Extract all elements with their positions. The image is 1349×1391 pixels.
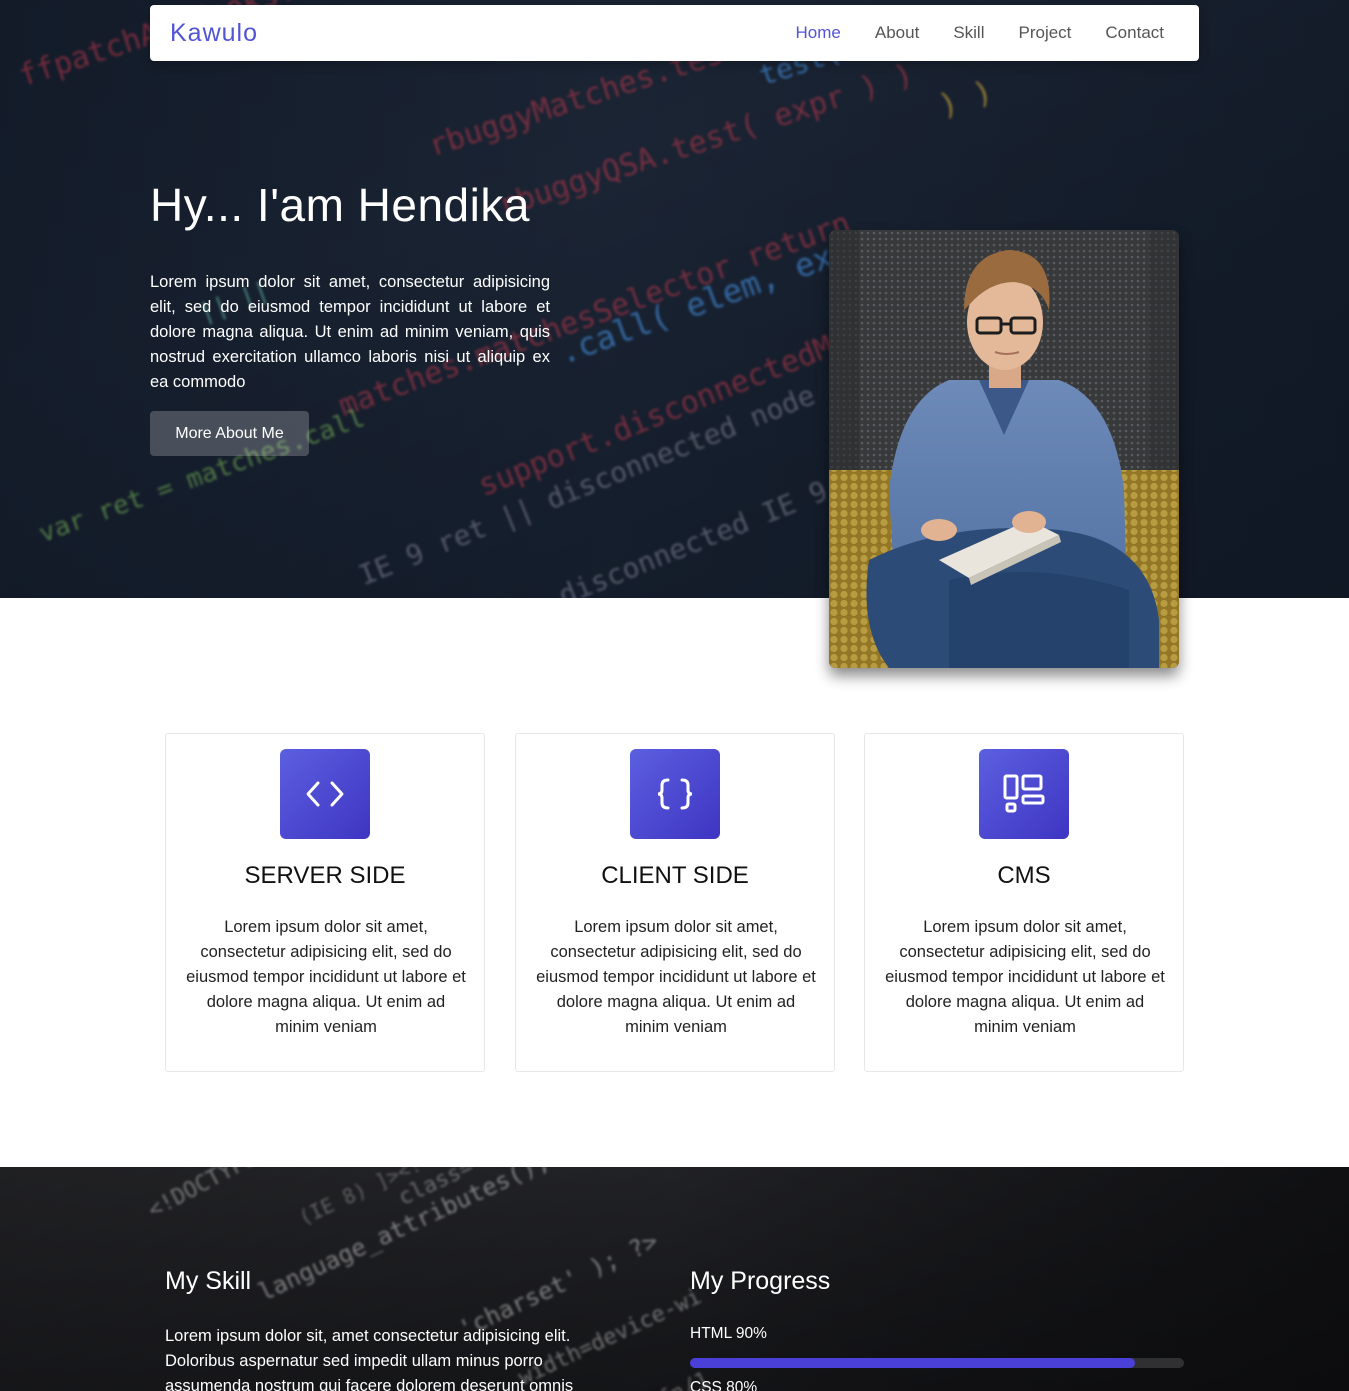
hero-description: Lorem ipsum dolor sit amet, consectetur … bbox=[150, 273, 550, 391]
dashboard-layout-icon bbox=[979, 749, 1069, 839]
service-title: CMS bbox=[997, 862, 1051, 889]
code-texture-line: rbuggyQSA.test( expr ) ) bbox=[494, 56, 918, 225]
curly-braces-icon bbox=[630, 749, 720, 839]
service-description: Lorem ipsum dolor sit amet, consectetur … bbox=[536, 918, 816, 1036]
code-texture-line: IE 9 ret || disconnected node bbox=[353, 378, 820, 592]
nav-link-about[interactable]: About bbox=[875, 23, 919, 43]
nav-link-home[interactable]: Home bbox=[796, 23, 841, 43]
hero-title: Hy... I'am Hendika bbox=[150, 179, 530, 231]
nav-links: Home About Skill Project Contact bbox=[796, 23, 1164, 43]
service-title: CLIENT SIDE bbox=[601, 862, 749, 889]
service-card-client-side: CLIENT SIDE Lorem ipsum dolor sit amet, … bbox=[515, 733, 835, 1072]
code-texture-line: ) ) bbox=[934, 74, 997, 125]
profile-photo-illustration bbox=[829, 230, 1179, 668]
progress-label-css: CSS 80% bbox=[690, 1379, 758, 1391]
progress-bar-html bbox=[690, 1358, 1184, 1368]
more-about-me-button[interactable]: More About Me bbox=[150, 411, 309, 456]
nav-link-contact[interactable]: Contact bbox=[1105, 23, 1164, 43]
skill-description: Lorem ipsum dolor sit, amet consectetur … bbox=[165, 1327, 574, 1391]
service-description: Lorem ipsum dolor sit amet, consectetur … bbox=[186, 918, 466, 1036]
service-card-cms: CMS Lorem ipsum dolor sit amet, consecte… bbox=[864, 733, 1184, 1072]
nav-link-project[interactable]: Project bbox=[1018, 23, 1071, 43]
progress-title: My Progress bbox=[690, 1267, 831, 1295]
service-card-server-side: SERVER SIDE Lorem ipsum dolor sit amet, … bbox=[165, 733, 485, 1072]
brand-logo[interactable]: Kawulo bbox=[170, 19, 258, 48]
nav-link-skill[interactable]: Skill bbox=[953, 23, 984, 43]
profile-photo bbox=[829, 230, 1179, 668]
progress-fill-html bbox=[690, 1358, 1135, 1368]
service-description: Lorem ipsum dolor sit amet, consectetur … bbox=[885, 918, 1165, 1036]
code-brackets-icon bbox=[280, 749, 370, 839]
service-title: SERVER SIDE bbox=[244, 862, 406, 889]
progress-label-html: HTML 90% bbox=[690, 1325, 767, 1342]
skill-section: <!DOCTYPE html>language_attributes(); ?>… bbox=[0, 1167, 1349, 1391]
skill-title: My Skill bbox=[165, 1267, 252, 1295]
navbar: Kawulo Home About Skill Project Contact bbox=[150, 5, 1199, 61]
services-section: SERVER SIDE Lorem ipsum dolor sit amet, … bbox=[165, 733, 1184, 1072]
